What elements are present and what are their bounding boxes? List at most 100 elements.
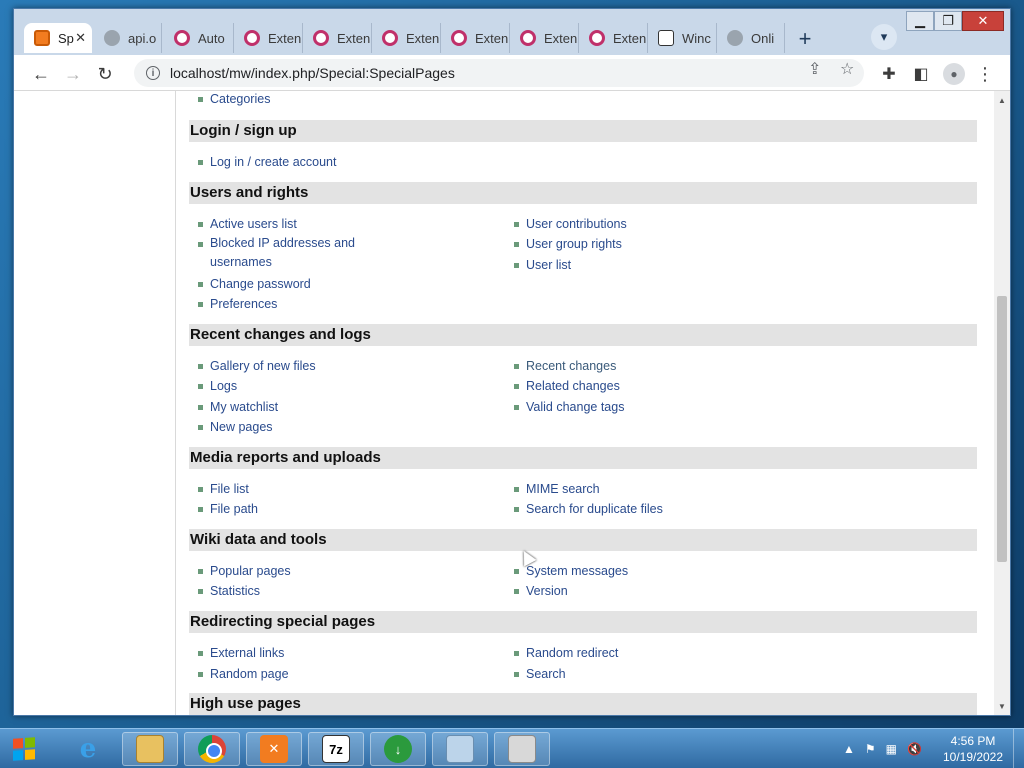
page-scrollbar[interactable]: ▲ ▼ <box>994 91 1010 715</box>
tab-exten-4[interactable]: Exten <box>441 23 510 53</box>
tab-onli[interactable]: Onli <box>717 23 785 53</box>
reload-button[interactable]: ↻ <box>92 61 118 87</box>
tab-exten-5[interactable]: Exten <box>510 23 579 53</box>
link-active-users[interactable]: Active users list <box>198 214 297 234</box>
link-label: Search <box>526 667 566 681</box>
tab-search-button[interactable]: ▾ <box>871 24 897 50</box>
link-popular-pages[interactable]: Popular pages <box>198 561 291 581</box>
bookmark-star-icon[interactable]: ☆ <box>840 59 854 79</box>
volume-muted-icon[interactable]: 🔇 <box>907 742 922 756</box>
bullet <box>514 242 519 247</box>
tab-exten-6[interactable]: Exten <box>579 23 648 53</box>
show-desktop-button[interactable] <box>1013 729 1024 768</box>
taskbar-app-xampp[interactable]: ✕ <box>246 732 302 766</box>
scrollbar-thumb[interactable] <box>997 296 1007 562</box>
tab-label: Exten <box>544 30 578 46</box>
taskbar-app-explorer[interactable] <box>122 732 178 766</box>
taskbar-app-ie[interactable]: e <box>60 732 116 766</box>
link-my-watchlist[interactable]: My watchlist <box>198 397 278 417</box>
link-user-group-rights[interactable]: User group rights <box>514 234 622 254</box>
tab-winc[interactable]: Winc <box>648 23 717 53</box>
restore-icon: ❐ <box>942 13 954 28</box>
section-heading-media: Media reports and uploads <box>189 447 977 469</box>
taskbar-app-7zip[interactable]: 7z <box>308 732 364 766</box>
link-preferences[interactable]: Preferences <box>198 294 277 314</box>
arrow-right-icon: → <box>64 63 82 84</box>
download-manager-icon: ↓ <box>384 735 412 763</box>
link-label: Statistics <box>210 584 261 598</box>
taskbar-app-chrome[interactable] <box>184 732 240 766</box>
start-button[interactable] <box>6 733 42 765</box>
site-info-icon[interactable]: i <box>146 66 160 80</box>
scroll-down-arrow-icon[interactable]: ▼ <box>994 699 1010 713</box>
tab-exten-2[interactable]: Exten <box>303 23 372 53</box>
link-search[interactable]: Search <box>514 664 566 684</box>
tab-exten-3[interactable]: Exten <box>372 23 441 53</box>
link-label: Search for duplicate files <box>526 502 663 516</box>
link-random-page[interactable]: Random page <box>198 664 289 684</box>
close-window-button[interactable]: ✕ <box>962 11 1004 31</box>
link-user-contributions[interactable]: User contributions <box>514 214 627 234</box>
link-related-changes[interactable]: Related changes <box>514 376 620 396</box>
bullet <box>514 487 519 492</box>
share-icon[interactable]: ⇪ <box>808 59 821 79</box>
link-change-password[interactable]: Change password <box>198 274 311 294</box>
chrome-icon <box>198 735 226 763</box>
link-random-redirect[interactable]: Random redirect <box>514 643 618 663</box>
profile-avatar[interactable]: ● <box>943 63 965 85</box>
new-tab-button[interactable]: + <box>791 25 819 53</box>
link-valid-change-tags[interactable]: Valid change tags <box>514 397 624 417</box>
extensions-button[interactable]: ✚ <box>876 61 902 87</box>
link-file-list[interactable]: File list <box>198 479 249 499</box>
recycle-icon <box>508 735 536 763</box>
link-recent-changes[interactable]: Recent changes <box>514 356 617 376</box>
link-system-messages[interactable]: System messages <box>514 561 628 581</box>
link-log-in[interactable]: Log in / create account <box>198 152 336 172</box>
restore-button[interactable]: ❐ <box>934 11 962 31</box>
tab-api[interactable]: api.o <box>94 23 162 53</box>
link-label: New pages <box>210 420 273 434</box>
tray-expand-icon[interactable]: ▲ <box>843 742 855 756</box>
link-logs[interactable]: Logs <box>198 376 237 396</box>
menu-button[interactable]: ⋮ <box>972 61 998 87</box>
link-statistics[interactable]: Statistics <box>198 581 261 601</box>
link-duplicate-files[interactable]: Search for duplicate files <box>514 499 663 519</box>
minimize-button[interactable]: ▁ <box>906 11 934 31</box>
bullet <box>198 651 203 656</box>
link-blocked-ip[interactable]: Blocked IP addresses and usernames <box>198 234 370 272</box>
address-bar[interactable]: i localhost/mw/index.php/Special:Special… <box>134 59 864 87</box>
side-panel-button[interactable]: ◧ <box>908 61 934 87</box>
bullet <box>514 405 519 410</box>
link-external-links[interactable]: External links <box>198 643 284 663</box>
link-label: Recent changes <box>526 359 617 373</box>
tab-strip: Sp ✕ api.o Auto Exten Exten Exten Exten <box>14 9 1010 55</box>
clock-time: 4:56 PM <box>950 734 996 748</box>
taskbar-app-notepad[interactable] <box>432 732 488 766</box>
tab-exten-1[interactable]: Exten <box>234 23 303 53</box>
tab-label: Winc <box>682 30 711 46</box>
tab-special-pages[interactable]: Sp ✕ <box>24 23 92 53</box>
link-mime-search[interactable]: MIME search <box>514 479 600 499</box>
wiki-icon <box>658 30 674 46</box>
scroll-up-arrow-icon[interactable]: ▲ <box>994 93 1010 107</box>
link-categories[interactable]: Categories <box>198 91 270 109</box>
back-button[interactable]: ← <box>28 61 54 87</box>
action-center-flag-icon[interactable]: ⚑ <box>865 742 876 756</box>
link-version[interactable]: Version <box>514 581 568 601</box>
taskbar-app-recycle[interactable] <box>494 732 550 766</box>
tab-auto[interactable]: Auto <box>164 23 234 53</box>
taskbar-app-idm[interactable]: ↓ <box>370 732 426 766</box>
network-icon[interactable]: ▦ <box>886 742 897 756</box>
system-clock[interactable]: 4:56 PM 10/19/2022 <box>938 733 1008 765</box>
link-gallery-new-files[interactable]: Gallery of new files <box>198 356 316 376</box>
link-file-path[interactable]: File path <box>198 499 258 519</box>
close-tab-icon[interactable]: ✕ <box>75 30 86 46</box>
windows-logo-icon <box>13 737 35 761</box>
link-user-list[interactable]: User list <box>514 255 571 275</box>
section-heading-users: Users and rights <box>189 182 977 204</box>
arrow-left-icon: ← <box>32 63 50 84</box>
link-new-pages[interactable]: New pages <box>198 417 273 437</box>
bullet <box>198 405 203 410</box>
bullet <box>514 263 519 268</box>
forward-button[interactable]: → <box>60 61 86 87</box>
